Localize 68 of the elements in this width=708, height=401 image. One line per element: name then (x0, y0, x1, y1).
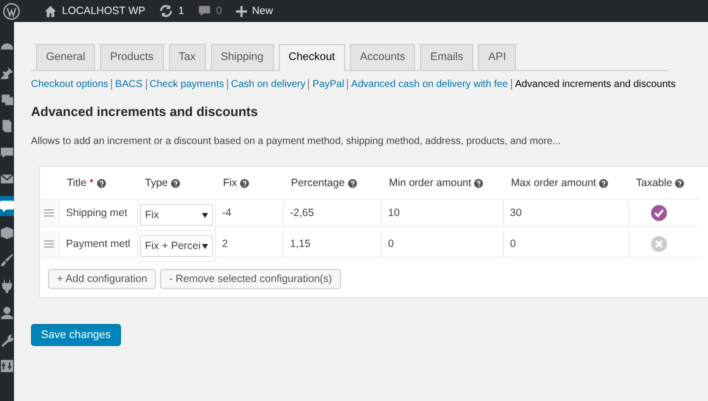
settings-tab[interactable]: Products (100, 44, 164, 70)
min-amount-input[interactable]: 10 (388, 207, 400, 219)
section-link[interactable]: PayPal (308, 79, 344, 90)
section-link[interactable]: BACS (111, 79, 143, 90)
pin-icon (0, 66, 14, 80)
column-header: Min order amount (389, 177, 472, 189)
comment-icon (198, 4, 212, 18)
brush-icon (0, 252, 14, 266)
max-amount-input[interactable]: 0 (510, 238, 516, 250)
sidebar-item[interactable] (0, 196, 14, 216)
comments-link[interactable]: 0 (198, 4, 222, 18)
column-header: Taxable (636, 177, 672, 189)
section-link[interactable]: Advanced cash on delivery with fee (347, 79, 508, 90)
config-button[interactable]: - Remove selected configuration(s) (160, 269, 342, 289)
help-icon[interactable] (170, 178, 180, 188)
help-icon[interactable] (240, 178, 249, 188)
config-button[interactable]: + Add configuration (48, 269, 156, 289)
settings-tab[interactable]: Accounts (350, 44, 416, 70)
save-button[interactable]: Save changes (31, 324, 121, 346)
new-link[interactable]: New (236, 5, 273, 17)
column-header: Percentage (291, 177, 345, 189)
comment-icon (0, 146, 14, 160)
section-heading: Advanced increments and discounts (31, 104, 259, 119)
drag-handle-icon[interactable] (44, 240, 54, 248)
section-link[interactable]: Advanced increments and discounts (510, 79, 676, 90)
help-icon[interactable] (599, 178, 608, 188)
plug-icon (0, 279, 14, 294)
title-input[interactable]: Payment metl (66, 238, 130, 250)
section-link[interactable]: Check payments (146, 79, 224, 90)
column-header: Fix (223, 177, 237, 189)
site-link[interactable]: LOCALHOST WP (44, 4, 146, 18)
title-input[interactable]: Shipping met (66, 207, 128, 219)
settings-tab[interactable]: General (36, 44, 96, 70)
type-select[interactable]: Fix (140, 204, 213, 226)
percentage-input[interactable]: 1,15 (290, 238, 310, 250)
help-icon[interactable] (96, 178, 106, 188)
refresh-icon (159, 4, 174, 18)
settings-tab[interactable]: Shipping (210, 44, 274, 70)
help-icon[interactable] (348, 178, 357, 188)
box-icon (0, 226, 14, 240)
updates-link[interactable]: 1 (159, 4, 184, 18)
help-icon[interactable] (675, 178, 684, 188)
wordpress-logo-icon[interactable] (3, 2, 20, 20)
user-icon (0, 306, 14, 320)
media-icon (0, 92, 14, 106)
type-select[interactable]: Fix + Percei (140, 235, 213, 257)
fix-input[interactable]: 2 (222, 238, 228, 250)
section-description: Allows to add an increment or a discount based on a payment method, shipping method, address, products, and more... (31, 136, 562, 147)
column-header: Max order amount (511, 177, 596, 189)
help-icon[interactable] (474, 178, 484, 188)
plus-icon (236, 6, 247, 16)
settings-tab[interactable]: Emails (420, 44, 474, 70)
percentage-input[interactable]: -2,65 (290, 207, 314, 219)
column-header: Title * (67, 177, 94, 189)
section-link[interactable]: Checkout options (31, 79, 108, 90)
min-amount-input[interactable]: 0 (388, 238, 394, 250)
settings-tab[interactable]: Tax (168, 44, 206, 70)
max-amount-input[interactable]: 30 (510, 207, 522, 219)
home-icon (44, 4, 57, 18)
column-header: Type (145, 177, 168, 189)
settings-tab[interactable]: Checkout (278, 44, 345, 71)
check-circle-icon[interactable] (650, 205, 666, 221)
section-link[interactable]: Cash on delivery (227, 79, 306, 90)
drag-handle-icon[interactable] (44, 209, 54, 217)
fix-input[interactable]: -4 (222, 207, 232, 219)
settings-tab[interactable]: API (478, 44, 516, 70)
wrench-icon (0, 332, 14, 347)
pages-icon (0, 119, 14, 134)
